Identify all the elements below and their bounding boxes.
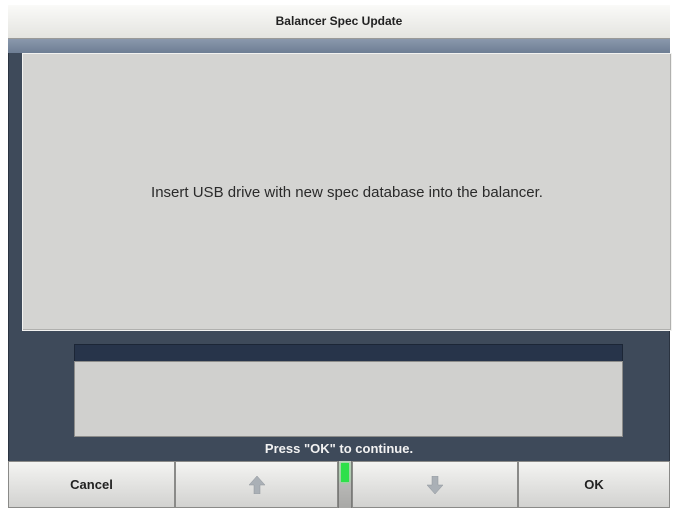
up-button[interactable] (175, 461, 338, 508)
cancel-button[interactable]: Cancel (8, 461, 175, 508)
down-button[interactable] (352, 461, 518, 508)
message-panel: Insert USB drive with new spec database … (22, 53, 672, 331)
softkey-bar: Cancel OK (8, 461, 670, 508)
continue-prompt: Press "OK" to continue. (264, 441, 414, 456)
title-separator (8, 39, 670, 53)
status-indicator (338, 461, 352, 508)
window-title: Balancer Spec Update (8, 5, 670, 39)
info-box (74, 361, 623, 437)
arrow-up-icon (248, 475, 265, 494)
status-led (341, 463, 349, 482)
arrow-down-icon (427, 475, 443, 494)
ok-button[interactable]: OK (518, 461, 670, 508)
info-box-header (74, 344, 623, 362)
instruction-message: Insert USB drive with new spec database … (151, 183, 543, 201)
balancer-screen: Balancer Spec Update Insert USB drive wi… (8, 5, 672, 508)
